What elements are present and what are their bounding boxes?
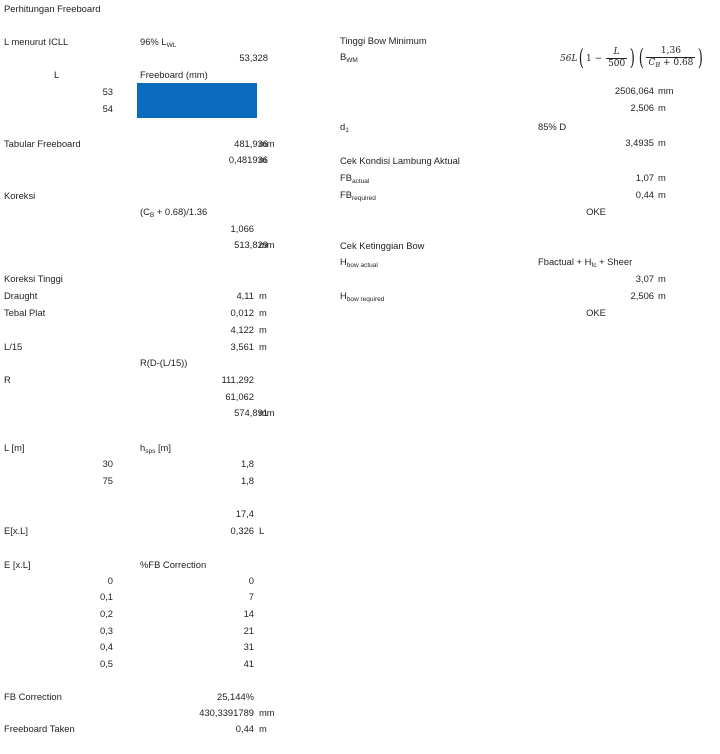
hbow-actual-unit: m bbox=[658, 273, 666, 284]
fb-row-pct: 14 bbox=[243, 608, 254, 619]
freeboard-header: Freeboard (mm) bbox=[140, 69, 208, 80]
hbow-actual-label: Hbow actual bbox=[340, 256, 378, 269]
page-title: Perhitungan Freeboard bbox=[4, 3, 101, 14]
sps-l-2: 75 bbox=[102, 475, 113, 486]
table-e-header: E [x.L] bbox=[4, 559, 31, 570]
l15-unit: m bbox=[259, 341, 267, 352]
cb-factor: 1,066 bbox=[230, 223, 254, 234]
sps-h-header: hsps [m] bbox=[140, 442, 171, 455]
bow-title: Tinggi Bow Minimum bbox=[340, 35, 427, 46]
r-formula: R(D-(L/15)) bbox=[140, 357, 188, 368]
bwm-m-unit: m bbox=[658, 102, 666, 113]
r-value: 111,292 bbox=[221, 374, 255, 385]
fb-actual-unit: m bbox=[658, 172, 666, 183]
table-fb-header: %FB Correction bbox=[140, 559, 207, 570]
r-total-mm: 574,891 bbox=[234, 407, 268, 418]
sps-h-2: 1,8 bbox=[240, 475, 254, 486]
fb-correction-pct: 25,144% bbox=[216, 691, 254, 702]
fb-required-unit: m bbox=[658, 189, 666, 200]
fb-correction-unit: mm bbox=[259, 707, 275, 718]
r-correction: 61,062 bbox=[225, 391, 254, 402]
fb-row-e: 0,1 bbox=[99, 591, 113, 602]
fb-actual-value: 1,07 bbox=[635, 172, 654, 183]
draught-sum-value: 4,122 bbox=[230, 324, 254, 335]
l-header: L bbox=[54, 69, 60, 80]
tabular-m-unit: m bbox=[259, 154, 267, 165]
tabular-label: Tabular Freeboard bbox=[4, 138, 81, 149]
fb-actual-label: FBactual bbox=[340, 172, 370, 185]
bwm-mm: 2506,064 bbox=[614, 85, 654, 96]
fb-required-label: FBrequired bbox=[340, 189, 376, 202]
exl-value: 0,326 bbox=[230, 525, 254, 536]
freeboard-taken-value: 0,44 bbox=[235, 723, 254, 734]
l15-value: 3,561 bbox=[230, 341, 254, 352]
sps-h-1: 1,8 bbox=[240, 458, 254, 469]
fb-required-value: 0,44 bbox=[635, 189, 654, 200]
freeboard-taken-unit: m bbox=[259, 723, 267, 734]
bwm-label: BWM bbox=[340, 51, 358, 64]
tabular-mm: 481,936 bbox=[234, 138, 268, 149]
sps-l-header: L [m] bbox=[4, 442, 25, 453]
d1-value: 3,4935 bbox=[625, 137, 654, 148]
interp-fb-2: 490 bbox=[238, 103, 254, 114]
d1-formula: 85% D bbox=[538, 121, 567, 132]
exl-label: E[x.L] bbox=[4, 525, 28, 536]
d1-unit: m bbox=[658, 137, 666, 148]
fb-row-pct: 7 bbox=[248, 591, 254, 602]
koreksi-label: Koreksi bbox=[4, 190, 36, 201]
cek-lambung-title: Cek Kondisi Lambung Aktual bbox=[340, 155, 460, 166]
hbow-required-unit: m bbox=[658, 290, 666, 301]
fb-row-pct: 41 bbox=[243, 658, 254, 669]
fb-row-pct: 0 bbox=[248, 575, 254, 586]
lb-label: L menurut ICLL bbox=[4, 36, 69, 47]
tebal-label: Tebal Plat bbox=[4, 307, 46, 318]
hbow-formula: Fbactual + Hfc + Sheer bbox=[538, 256, 633, 269]
bwm-mm-unit: mm bbox=[658, 85, 674, 96]
koreksi-mm: 513,829 bbox=[234, 239, 268, 250]
draught-unit: m bbox=[259, 290, 267, 301]
cek-bow-title: Cek Ketinggian Bow bbox=[340, 240, 425, 251]
draught-label: Draught bbox=[4, 290, 38, 301]
oke-bow-status: OKE bbox=[586, 307, 606, 318]
interp-fb-1: 478 bbox=[238, 86, 254, 97]
d1-label: d1 bbox=[340, 121, 349, 134]
hbow-required-value: 2,506 bbox=[630, 290, 654, 301]
draught-sum-unit: m bbox=[259, 324, 267, 335]
fb-row-e: 0,2 bbox=[99, 608, 113, 619]
koreksi-mm-unit: mm bbox=[259, 239, 275, 250]
oke-lambung-status: OKE bbox=[586, 206, 606, 217]
fb-row-pct: 21 bbox=[243, 625, 254, 636]
exl-unit: L bbox=[259, 525, 265, 536]
draught-value: 4,11 bbox=[236, 290, 254, 301]
bwm-m: 2,506 bbox=[630, 102, 654, 113]
tebal-unit: m bbox=[259, 307, 267, 318]
sps-l-1: 30 bbox=[102, 458, 113, 469]
bwm-formula: 56L(1 − L 500)(1,36 CB + 0.68) bbox=[560, 45, 704, 71]
hbow-required-label: Hbow required bbox=[340, 290, 385, 303]
fb-row-e: 0,5 bbox=[99, 658, 113, 669]
r-label: R bbox=[4, 374, 11, 385]
fb-correction-mm: 430,3391789 bbox=[199, 707, 254, 718]
tebal-value: 0,012 bbox=[230, 307, 254, 318]
fb-correction-label: FB Correction bbox=[4, 691, 62, 702]
lwl-label: 96% LWL bbox=[140, 36, 177, 49]
fb-row-e: 0,4 bbox=[99, 641, 113, 652]
hbow-actual-value: 3,07 bbox=[635, 273, 654, 284]
fb-row-e: 0,3 bbox=[99, 625, 113, 636]
l15-label: L/15 bbox=[4, 341, 23, 352]
r-total-unit: mm bbox=[259, 407, 275, 418]
koreksi-tinggi-label: Koreksi Tinggi bbox=[4, 273, 63, 284]
interp-l-1: 53 bbox=[102, 86, 113, 97]
tabular-m: 0,481936 bbox=[228, 154, 268, 165]
interp-l-2: 54 bbox=[102, 103, 113, 114]
cb-formula: (CB + 0.68)/1.36 bbox=[140, 206, 208, 219]
freeboard-taken-label: Freeboard Taken bbox=[4, 723, 75, 734]
fb-row-pct: 31 bbox=[243, 641, 254, 652]
sps-sum: 17,4 bbox=[235, 508, 254, 519]
fb-row-e: 0 bbox=[107, 575, 113, 586]
tabular-mm-unit: mm bbox=[259, 138, 275, 149]
lwl-value: 53,328 bbox=[239, 52, 268, 63]
